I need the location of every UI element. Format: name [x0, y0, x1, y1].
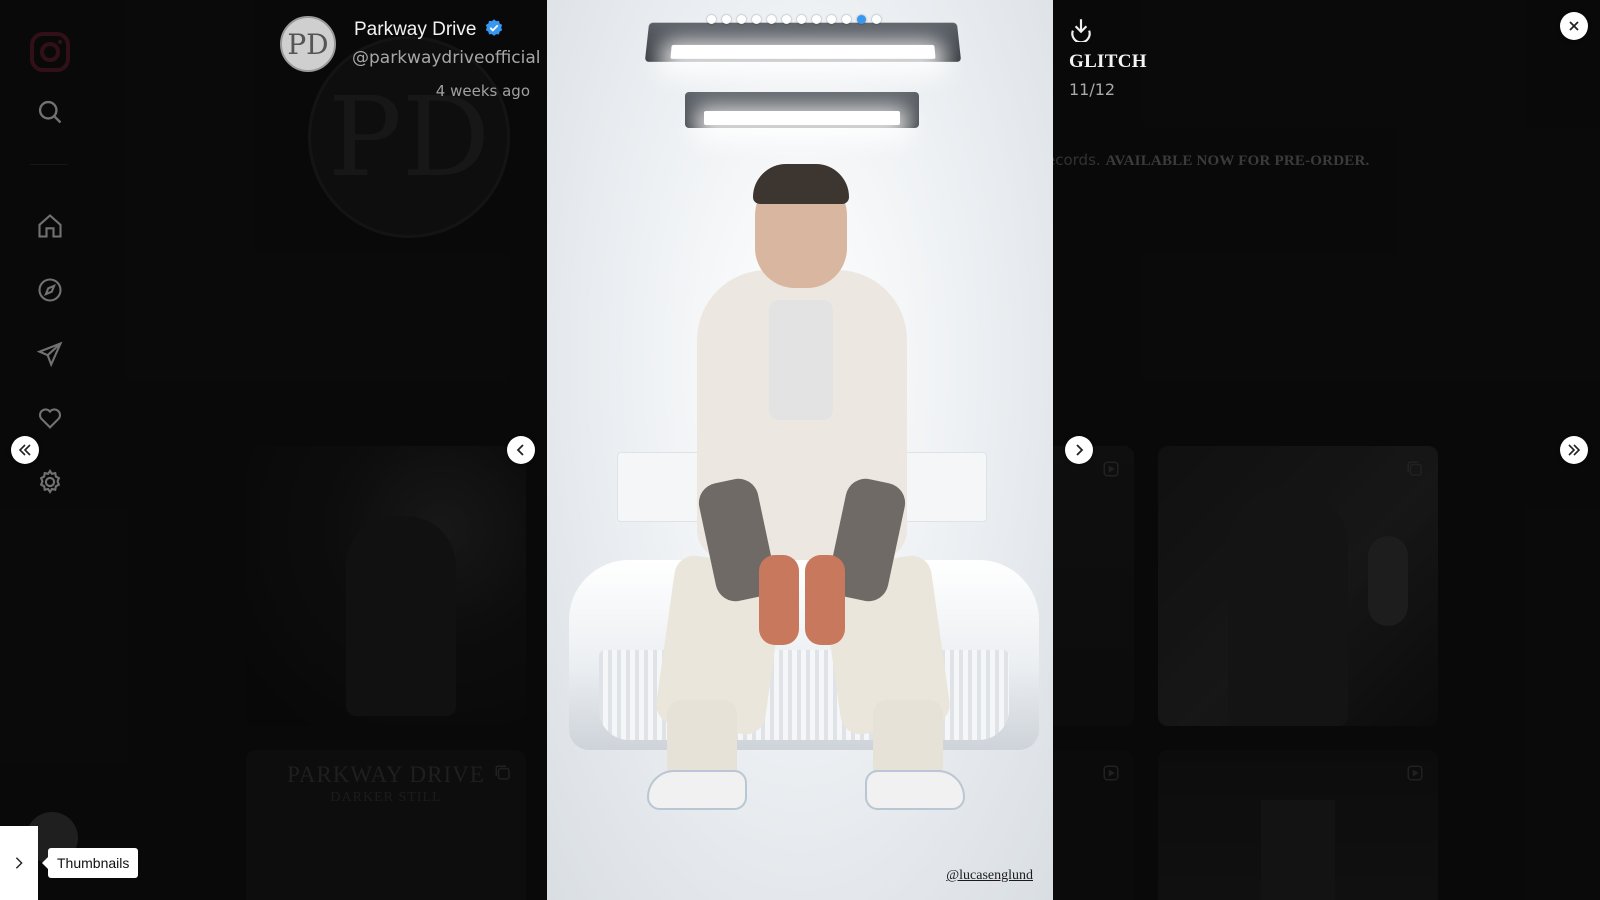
slide-dot[interactable]	[737, 15, 746, 24]
close-button[interactable]	[1560, 12, 1588, 40]
double-chevron-right-icon	[1568, 444, 1581, 456]
thumbnails-tooltip: Thumbnails	[41, 848, 139, 878]
account-handle[interactable]: @parkwaydriveofficial	[352, 48, 541, 68]
slide-dot[interactable]	[842, 15, 851, 24]
photo-subject	[547, 0, 1053, 900]
account-name[interactable]: Parkway Drive	[354, 18, 504, 41]
slide-dot[interactable]	[782, 15, 791, 24]
verified-badge-icon	[484, 18, 504, 38]
chevron-right-icon	[1076, 444, 1084, 456]
slide-dot[interactable]	[722, 15, 731, 24]
chevron-left-icon	[516, 444, 524, 456]
slide-dot-active[interactable]	[857, 15, 866, 24]
download-icon	[1071, 19, 1091, 44]
account-name-text: Parkway Drive	[354, 19, 477, 40]
slide-dot[interactable]	[872, 15, 881, 24]
photo-credit: @lucasenglund	[946, 868, 1033, 883]
previous-post-button[interactable]	[11, 436, 39, 464]
close-icon	[1569, 21, 1579, 31]
post-title: GLITCH	[1069, 51, 1147, 72]
thumbnails-toggle-button[interactable]	[0, 826, 38, 900]
double-chevron-left-icon	[18, 444, 31, 456]
slide-dot[interactable]	[827, 15, 836, 24]
chevron-right-icon	[15, 857, 23, 869]
slide-dot[interactable]	[752, 15, 761, 24]
band-monogram: PD	[287, 27, 329, 61]
slide-dot[interactable]	[797, 15, 806, 24]
next-slide-button[interactable]	[1065, 436, 1093, 464]
slide-dot[interactable]	[767, 15, 776, 24]
slide-indicator	[707, 15, 881, 25]
next-post-button[interactable]	[1560, 436, 1588, 464]
previous-slide-button[interactable]	[507, 436, 535, 464]
slide-dot[interactable]	[707, 15, 716, 24]
post-photo: @lucasenglund	[547, 0, 1053, 900]
app-window: PD g ecords. AVAILABLE NOW FOR PRE-ORDER…	[0, 0, 1600, 900]
slide-dot[interactable]	[812, 15, 821, 24]
lightbox-avatar[interactable]: PD	[280, 16, 336, 72]
post-timestamp: 4 weeks ago	[435, 82, 530, 100]
download-button[interactable]	[1068, 16, 1094, 44]
slide-counter: 11/12	[1069, 80, 1116, 99]
